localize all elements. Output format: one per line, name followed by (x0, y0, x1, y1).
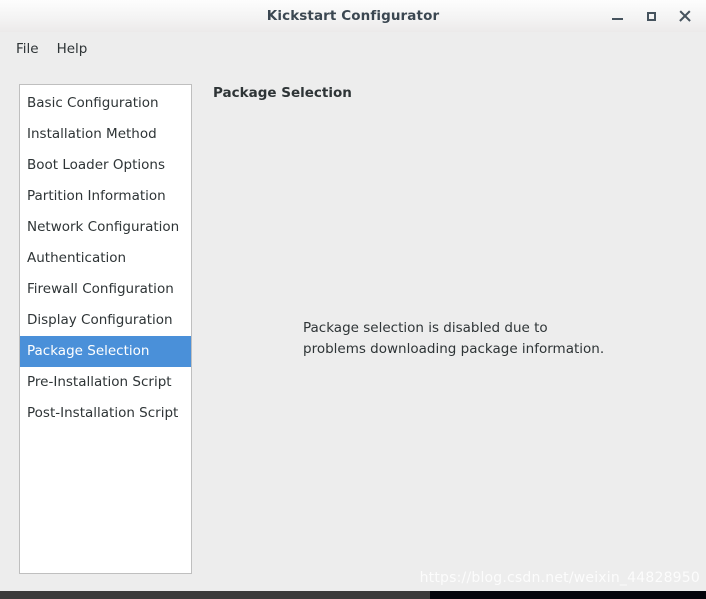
sidebar-item-partition-information[interactable]: Partition Information (20, 181, 191, 212)
disabled-message: Package selection is disabled due to pro… (303, 318, 604, 360)
close-button[interactable] (668, 1, 702, 31)
minimize-icon (611, 18, 623, 20)
sidebar-item-authentication[interactable]: Authentication (20, 243, 191, 274)
bottom-strip-right (430, 591, 706, 599)
menu-item-help[interactable]: Help (48, 38, 97, 60)
maximize-icon (646, 11, 656, 21)
menu-bar: File Help (0, 32, 706, 66)
application-window: Kickstart Configurator File Help Basic C… (0, 0, 706, 599)
window-controls (600, 0, 702, 32)
section-list-rows: Basic Configuration Installation Method Bo… (20, 85, 191, 429)
disabled-message-line-2: problems downloading package information… (303, 341, 605, 357)
bottom-strip (0, 591, 706, 599)
sidebar-item-basic-configuration[interactable]: Basic Configuration (20, 88, 191, 119)
sidebar-item-pre-installation-script[interactable]: Pre-Installation Script (20, 367, 191, 398)
menu-item-file[interactable]: File (7, 38, 48, 60)
sidebar-item-network-configuration[interactable]: Network Configuration (20, 212, 191, 243)
watermark: https://blog.csdn.net/weixin_44828950 (419, 570, 700, 586)
bottom-strip-left (0, 591, 430, 599)
sidebar-item-post-installation-script[interactable]: Post-Installation Script (20, 398, 191, 429)
sidebar-item-installation-method[interactable]: Installation Method (20, 119, 191, 150)
section-list[interactable]: Basic Configuration Installation Method Bo… (19, 84, 192, 574)
minimize-button[interactable] (600, 1, 634, 31)
maximize-button[interactable] (634, 1, 668, 31)
title-bar: Kickstart Configurator (0, 0, 706, 32)
page-title: Package Selection (213, 85, 352, 101)
close-icon (679, 10, 691, 22)
sidebar-item-boot-loader-options[interactable]: Boot Loader Options (20, 150, 191, 181)
disabled-message-line-1: Package selection is disabled due to (303, 320, 548, 336)
sidebar-item-display-configuration[interactable]: Display Configuration (20, 305, 191, 336)
sidebar-item-package-selection[interactable]: Package Selection (20, 336, 191, 367)
sidebar-item-firewall-configuration[interactable]: Firewall Configuration (20, 274, 191, 305)
